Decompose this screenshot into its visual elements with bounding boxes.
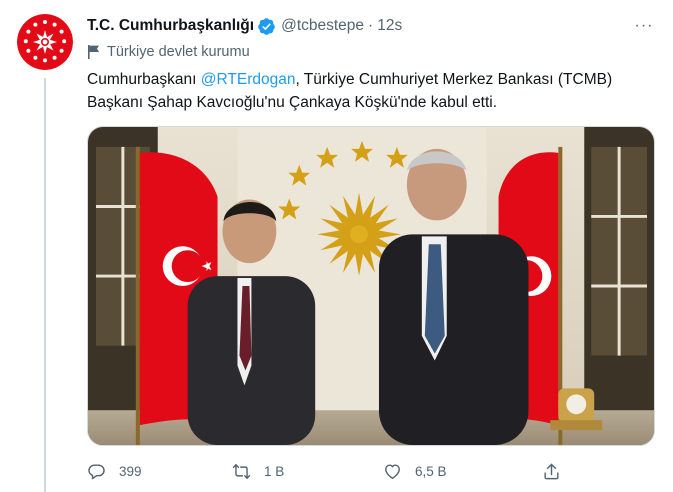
tweet-text-part1: Cumhurbaşkanı xyxy=(87,71,201,88)
verified-badge-icon xyxy=(258,17,275,35)
account-label-text: Türkiye devlet kurumu xyxy=(107,44,250,60)
flag-icon xyxy=(88,45,99,59)
author-handle[interactable]: @tcbestepe xyxy=(281,17,364,35)
photo-illustration xyxy=(88,127,654,445)
separator-dot: · xyxy=(368,17,374,34)
presidential-seal-icon xyxy=(17,14,73,70)
retweet-button[interactable]: 1 B xyxy=(232,458,284,484)
share-icon xyxy=(544,463,559,479)
like-count: 6,5 B xyxy=(415,463,447,479)
heart-icon xyxy=(385,463,400,479)
reply-icon xyxy=(88,463,105,479)
tweet-text: Cumhurbaşkanı @RTErdogan, Türkiye Cumhur… xyxy=(87,68,657,114)
more-icon[interactable]: ··· xyxy=(633,16,655,36)
tweet[interactable]: T.C. Cumhurbaşkanlığı @tcbestepe · 12s ·… xyxy=(0,0,673,492)
reply-button[interactable]: 399 xyxy=(87,458,142,484)
account-label[interactable]: Türkiye devlet kurumu xyxy=(87,42,250,62)
tweet-photo[interactable] xyxy=(87,126,655,446)
reply-count: 399 xyxy=(119,463,142,479)
retweet-count: 1 B xyxy=(264,463,285,479)
thread-line xyxy=(44,78,46,492)
mention-link[interactable]: @RTErdogan xyxy=(201,71,296,88)
tweet-actions: 399 1 B 6,5 B xyxy=(87,458,567,484)
retweet-icon xyxy=(232,463,251,479)
tweet-header: T.C. Cumhurbaşkanlığı @tcbestepe · 12s xyxy=(87,15,402,37)
share-button[interactable] xyxy=(542,458,574,484)
timestamp[interactable]: 12s xyxy=(377,17,402,35)
avatar[interactable] xyxy=(17,14,73,70)
like-button[interactable]: 6,5 B xyxy=(383,458,447,484)
author-name[interactable]: T.C. Cumhurbaşkanlığı xyxy=(87,17,254,35)
